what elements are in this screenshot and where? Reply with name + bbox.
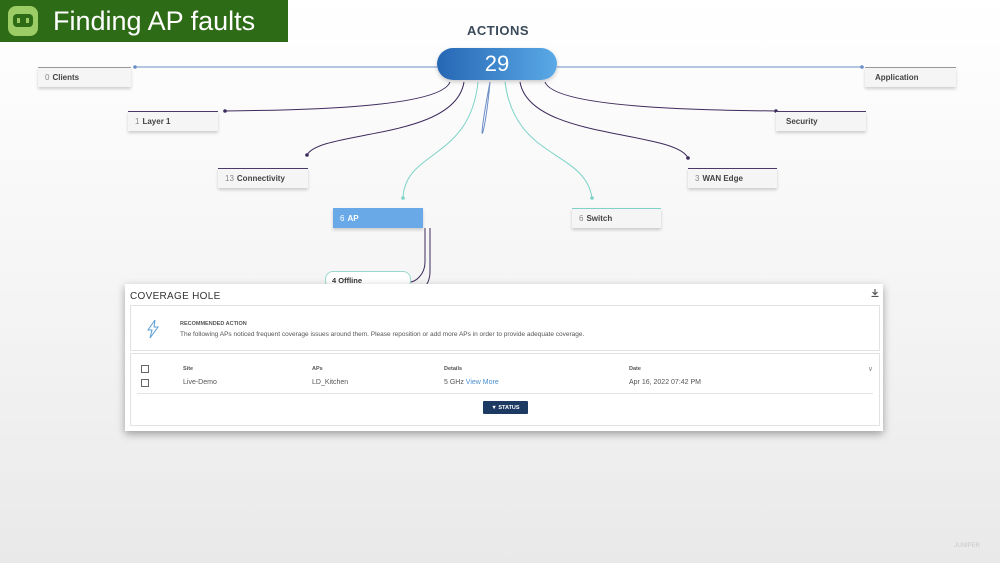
node-ap[interactable]: 6 AP	[333, 208, 423, 228]
node-count: 3	[695, 174, 700, 183]
node-count: 6	[579, 214, 584, 223]
column-header-date[interactable]: Date	[629, 366, 641, 372]
node-label: AP	[347, 213, 359, 223]
cell-date: Apr 16, 2022 07:42 PM	[629, 379, 701, 386]
node-wan-edge[interactable]: 3 WAN Edge	[688, 168, 777, 188]
node-layer1[interactable]: 1 Layer 1	[128, 111, 218, 131]
recommended-text: The following APs noticed frequent cover…	[180, 331, 585, 338]
node-count: 6	[340, 213, 345, 223]
node-label: Connectivity	[236, 174, 285, 183]
node-count: 13	[225, 174, 234, 183]
node-label: Application	[875, 73, 919, 82]
column-header-aps[interactable]: APs	[312, 366, 323, 372]
row-checkbox[interactable]	[141, 379, 149, 387]
lightning-icon	[147, 320, 159, 338]
node-clients[interactable]: 0 Clients	[38, 67, 131, 87]
recommended-action-box: RECOMMENDED ACTION The following APs not…	[130, 305, 880, 351]
recommended-heading: RECOMMENDED ACTION	[180, 321, 247, 327]
node-label: Security	[786, 117, 818, 126]
node-label: Switch	[586, 214, 613, 223]
download-icon[interactable]	[871, 289, 879, 299]
node-label: Layer 1	[142, 117, 171, 126]
coverage-hole-panel: COVERAGE HOLE RECOMMENDED ACTION The fol…	[125, 284, 883, 431]
column-header-details[interactable]: Details	[444, 366, 462, 372]
column-header-site[interactable]: Site	[183, 366, 193, 372]
panel-title: COVERAGE HOLE	[130, 291, 221, 302]
cell-site: Live-Demo	[183, 379, 217, 386]
connector-lines	[133, 65, 864, 286]
node-connectivity[interactable]: 13 Connectivity	[218, 168, 308, 188]
node-switch[interactable]: 6 Switch	[572, 208, 661, 228]
node-security[interactable]: Security	[776, 111, 866, 131]
node-count: 0	[45, 73, 50, 82]
watermark-logo: JUNIPER	[954, 543, 980, 549]
node-count: 1	[135, 117, 140, 126]
row-divider	[137, 393, 873, 394]
cell-details: 5 GHz View More	[444, 379, 499, 386]
cell-aps: LD_Kitchen	[312, 379, 349, 386]
chevron-down-icon[interactable]: ∨	[868, 365, 873, 373]
node-application[interactable]: Application	[865, 67, 956, 87]
node-label: Clients	[52, 73, 80, 82]
select-all-checkbox[interactable]	[141, 365, 149, 373]
details-band: 5 GHz	[444, 379, 464, 386]
status-button[interactable]: ▼ STATUS	[483, 401, 528, 414]
view-more-link[interactable]: View More	[466, 379, 499, 386]
actions-total-pill[interactable]: 29	[437, 48, 557, 80]
coverage-table: Site APs Details Date ∨ Live-Demo LD_Kit…	[130, 353, 880, 426]
node-label: WAN Edge	[702, 174, 743, 183]
actions-title: ACTIONS	[467, 23, 529, 38]
